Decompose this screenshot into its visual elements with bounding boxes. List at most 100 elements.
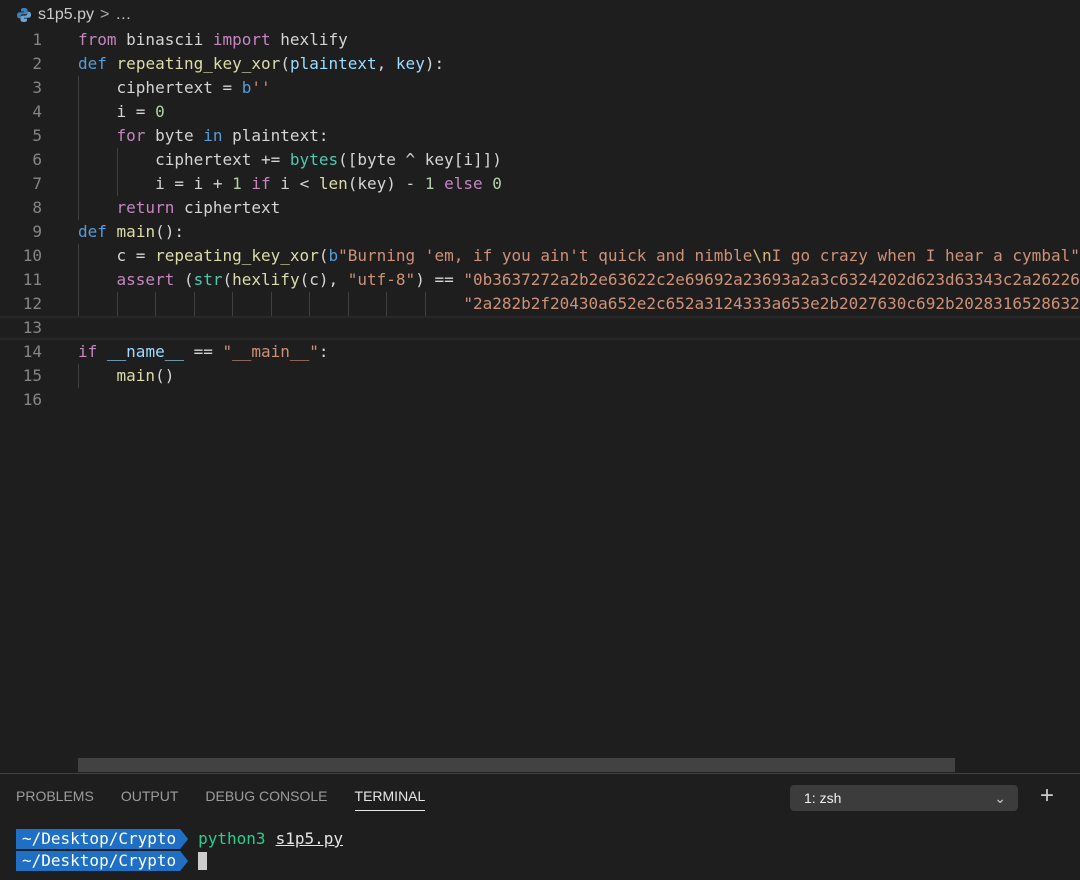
code-text: for byte in plaintext:: [78, 124, 329, 148]
code-token: main: [116, 366, 156, 385]
code-token: byte: [145, 126, 204, 145]
code-line[interactable]: 14 if __name__ == "__main__":: [0, 340, 1080, 364]
code-line[interactable]: 13: [0, 316, 1080, 340]
code-line[interactable]: 3 ciphertext = b'': [0, 76, 1080, 100]
code-token: if: [78, 342, 98, 361]
panel-tabs: PROBLEMS OUTPUT DEBUG CONSOLE TERMINAL: [16, 788, 426, 811]
breadcrumb-more[interactable]: …: [115, 6, 131, 24]
code-text: main(): [78, 364, 175, 388]
tab-output[interactable]: OUTPUT: [121, 788, 179, 811]
code-token: ciphertext +=: [78, 150, 290, 169]
code-editor[interactable]: 1 from binascii import hexlify 2 def repeat…: [0, 28, 1080, 758]
code-line[interactable]: 2 def repeating_key_xor(plaintext, key):: [0, 52, 1080, 76]
code-token: ==: [183, 342, 223, 361]
line-number: 4: [32, 102, 42, 121]
code-line[interactable]: 10 c = repeating_key_xor(b"Burning 'em, …: [0, 244, 1080, 268]
code-line[interactable]: 6 ciphertext += bytes([byte ^ key[i]]): [0, 148, 1080, 172]
code-line[interactable]: 1 from binascii import hexlify: [0, 28, 1080, 52]
code-text: from binascii import hexlify: [78, 28, 348, 52]
code-token: def: [78, 54, 107, 73]
code-token: (: [222, 270, 233, 289]
code-token: (key) -: [347, 174, 425, 193]
terminal-line[interactable]: ~/Desktop/Crypto: [16, 850, 208, 872]
code-token: '': [251, 78, 271, 97]
line-number: 15: [22, 366, 42, 385]
code-token: i <: [270, 174, 319, 193]
line-number: 9: [32, 222, 42, 241]
code-token: 0: [155, 102, 165, 121]
code-token: "__main__": [222, 342, 319, 361]
terminal-argument[interactable]: s1p5.py: [276, 828, 343, 850]
tab-debug-console[interactable]: DEBUG CONSOLE: [205, 788, 327, 811]
horizontal-scrollbar[interactable]: [78, 758, 955, 772]
code-text: return ciphertext: [78, 196, 281, 220]
tab-problems[interactable]: PROBLEMS: [16, 788, 94, 811]
code-token: 1: [424, 174, 435, 193]
code-token: len: [318, 174, 348, 193]
terminal-prompt: ~/Desktop/Crypto: [16, 829, 188, 849]
code-token: else: [444, 174, 483, 193]
code-text: c = repeating_key_xor(b"Burning 'em, if …: [78, 244, 1080, 268]
code-line[interactable]: 16: [0, 388, 1080, 412]
code-text: def repeating_key_xor(plaintext, key):: [78, 52, 444, 76]
code-token: hexlify: [232, 270, 300, 289]
code-token: in: [203, 126, 223, 145]
code-line[interactable]: 15 main(): [0, 364, 1080, 388]
code-token: return: [116, 198, 175, 217]
code-token: repeating_key_xor: [116, 54, 281, 73]
terminal-shell-select[interactable]: 1: zsh ⌄: [790, 785, 1018, 811]
code-token: ():: [155, 222, 184, 241]
code-text: i = i + 1 if i < len(key) - 1 else 0: [78, 172, 502, 196]
line-number: 11: [22, 270, 42, 289]
code-token: (: [280, 54, 290, 73]
code-token: assert: [116, 270, 175, 289]
code-token: i =: [78, 102, 156, 121]
code-token: main: [116, 222, 156, 241]
code-token: bytes: [289, 150, 339, 169]
code-token: b: [241, 78, 252, 97]
code-line[interactable]: 12 "2a282b2f20430a652e2c652a3124333a653e…: [0, 292, 1080, 316]
code-token: (): [155, 366, 175, 385]
terminal-line: ~/Desktop/Crypto python3 s1p5.py: [16, 828, 343, 850]
code-token: ([byte ^ key[i]]): [338, 150, 502, 169]
code-line[interactable]: 4 i = 0: [0, 100, 1080, 124]
code-token: (c),: [299, 270, 348, 289]
code-text: ciphertext = b'': [78, 76, 271, 100]
code-token: __name__: [106, 342, 184, 361]
code-token: i = i +: [78, 174, 233, 193]
code-text: def main():: [78, 220, 184, 244]
code-line[interactable]: 5 for byte in plaintext:: [0, 124, 1080, 148]
code-token: ciphertext: [174, 198, 281, 217]
code-token: \n: [752, 246, 772, 265]
code-token: "utf-8": [347, 270, 416, 289]
bottom-panel: PROBLEMS OUTPUT DEBUG CONSOLE TERMINAL 1…: [0, 773, 1080, 880]
new-terminal-plus-icon[interactable]: +: [1040, 782, 1054, 810]
breadcrumb-file[interactable]: s1p5.py: [38, 6, 94, 24]
code-line[interactable]: 11 assert (str(hexlify(c), "utf-8") == "…: [0, 268, 1080, 292]
code-token: "0b3637272a2b2e63622c2e69692a23693a2a3c6…: [463, 270, 1080, 289]
code-token: plaintext:: [222, 126, 329, 145]
breadcrumb: s1p5.py > …: [16, 4, 131, 26]
code-token: c =: [78, 246, 156, 265]
tab-terminal[interactable]: TERMINAL: [354, 788, 426, 811]
code-line[interactable]: 8 return ciphertext: [0, 196, 1080, 220]
line-number: 10: [22, 246, 42, 265]
code-line[interactable]: 7 i = i + 1 if i < len(key) - 1 else 0: [0, 172, 1080, 196]
code-line[interactable]: 9 def main():: [0, 220, 1080, 244]
code-token: plaintext: [289, 54, 377, 73]
code-token: for: [116, 126, 146, 145]
code-token: binascii: [116, 30, 213, 49]
code-token: 0: [492, 174, 502, 193]
code-token: from: [78, 30, 117, 49]
line-number: 14: [22, 342, 42, 361]
code-token: hexlify: [270, 30, 348, 49]
line-number: 7: [32, 174, 42, 193]
code-token: key: [395, 54, 425, 73]
